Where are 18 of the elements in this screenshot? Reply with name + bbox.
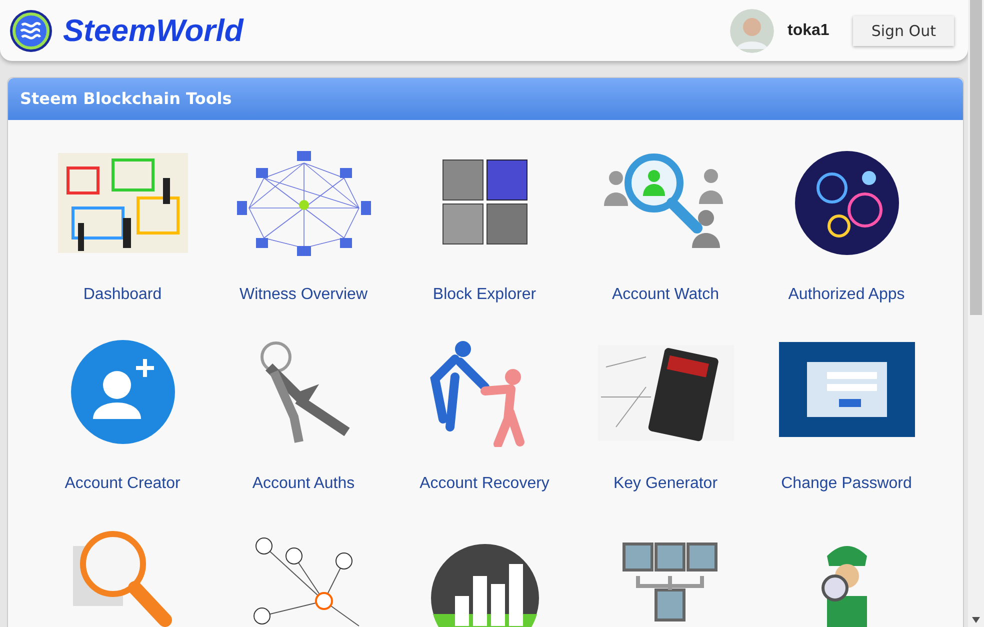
- scrollbar[interactable]: [968, 0, 984, 627]
- sign-out-button[interactable]: Sign Out: [853, 16, 954, 46]
- tool-link[interactable]: Key Generator: [613, 475, 718, 493]
- username: toka1: [788, 22, 830, 40]
- tool-link[interactable]: Account Watch: [612, 286, 719, 304]
- logo-text[interactable]: SteemWorld: [63, 12, 244, 48]
- scrollbar-thumb[interactable]: [970, 0, 982, 315]
- panel-title: Steem Blockchain Tools: [8, 78, 963, 120]
- tool-link[interactable]: Dashboard: [83, 286, 162, 304]
- tool-link[interactable]: Account Auths: [252, 475, 355, 493]
- tool-link[interactable]: Account Recovery: [420, 475, 550, 493]
- tool-link[interactable]: Account Creator: [64, 475, 180, 493]
- tool-link[interactable]: Change Password: [781, 475, 912, 493]
- logo-icon: [9, 8, 53, 52]
- tool-link[interactable]: Block Explorer: [432, 286, 536, 304]
- scroll-down-icon[interactable]: [972, 617, 980, 623]
- tool-link[interactable]: Witness Overview: [239, 286, 368, 304]
- tool-link[interactable]: Authorized Apps: [788, 286, 905, 304]
